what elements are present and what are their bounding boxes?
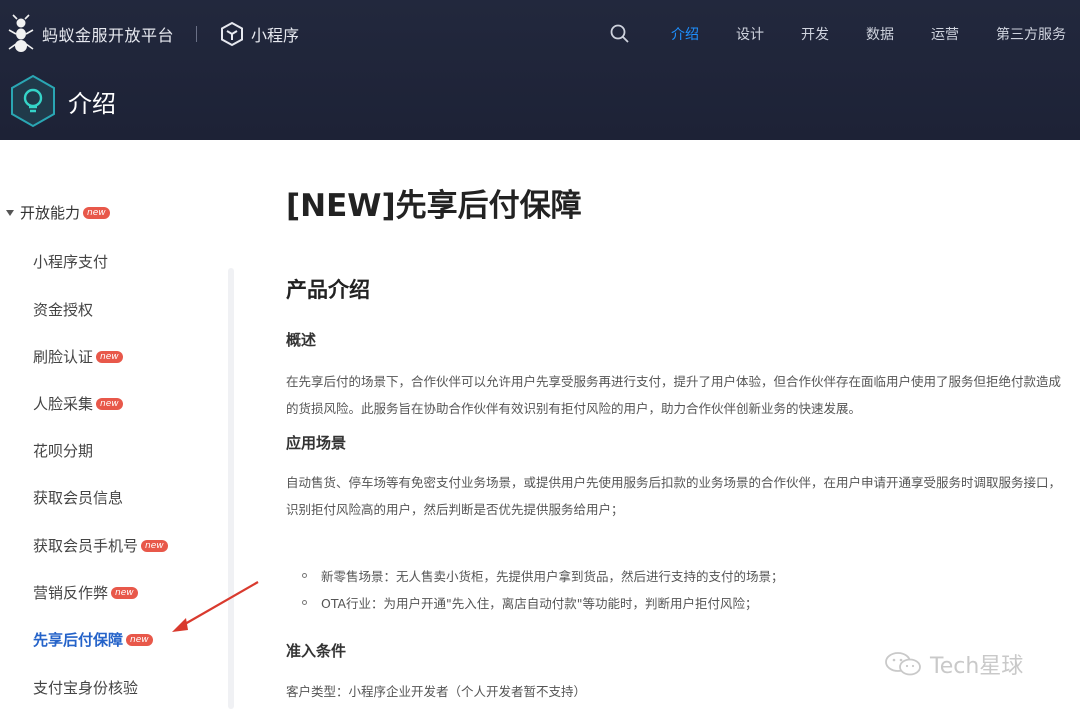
sidebar-item-huabei-installment[interactable]: 花呗分期: [33, 440, 93, 461]
nav-intro[interactable]: 介绍: [671, 24, 699, 44]
nav-develop[interactable]: 开发: [801, 24, 829, 44]
top-nav: 介绍 设计 开发 数据 运营 第三方服务: [609, 20, 1080, 48]
mini-program-logo-icon: [219, 21, 245, 47]
sidebar-scrollbar[interactable]: [228, 268, 234, 709]
new-badge: new: [141, 539, 168, 552]
page-title: [NEW]先享后付保障: [286, 188, 582, 224]
search-icon[interactable]: [609, 23, 631, 45]
sidebar-item-mini-program-payment[interactable]: 小程序支付: [33, 251, 108, 272]
sidebar-item-label: 获取会员信息: [33, 489, 124, 507]
nav-third-party[interactable]: 第三方服务: [996, 24, 1066, 44]
ant-logo-icon: [6, 14, 36, 54]
sidebar-item-fund-authorization[interactable]: 资金授权: [33, 299, 93, 320]
new-badge: new: [111, 586, 138, 599]
new-badge: new: [96, 397, 123, 410]
sidebar-item-label: 营销反作弊: [33, 584, 109, 602]
new-badge: new: [126, 633, 153, 646]
list-item: OTA行业：为用户开通"先入住，离店自动付款"等功能时，判断用户拒付风险；: [302, 593, 758, 612]
heading-access-conditions: 准入条件: [286, 642, 347, 660]
list-item-text: 新零售场景：无人售卖小货柜，先提供用户拿到货品，然后进行支持的支付的场景；: [321, 569, 784, 584]
sidebar-item-label: 小程序支付: [33, 253, 109, 271]
nav-design[interactable]: 设计: [736, 24, 764, 44]
sidebar-item-label: 花呗分期: [33, 442, 94, 460]
sidebar-item-label: 支付宝身份核验: [33, 679, 139, 697]
sidebar-item-label: 资金授权: [33, 301, 94, 319]
sidebar-item-face-capture[interactable]: 人脸采集 new: [33, 393, 123, 414]
section-header: 介绍: [8, 74, 116, 128]
brand[interactable]: 蚂蚁金服开放平台 小程序: [6, 12, 299, 56]
watermark-text: Tech星球: [930, 654, 1024, 679]
sidebar-item-label: 获取会员手机号: [33, 537, 139, 555]
sidebar-item-label: 先享后付保障: [33, 631, 124, 649]
sidebar-group-open-capabilities[interactable]: 开放能力 new: [6, 202, 110, 223]
sidebar-item-member-phone[interactable]: 获取会员手机号 new: [33, 535, 168, 556]
bullet-icon: [302, 573, 307, 578]
nav-data[interactable]: 数据: [866, 24, 894, 44]
bullet-icon: [302, 600, 307, 605]
new-badge: new: [83, 206, 110, 219]
scenario-paragraph: 自动售货、停车场等有免密支付业务场景，或提供用户先使用服务后扣款的业务场景的合作…: [286, 475, 1062, 517]
new-badge: new: [96, 350, 123, 363]
product-name: 小程序: [251, 26, 300, 45]
sidebar-item-label: 刷脸认证: [33, 348, 94, 366]
top-header: 蚂蚁金服开放平台 小程序 介绍 设计 开发 数据 运营 第三方服务 介绍: [0, 0, 1080, 140]
red-arrow-annotation: [172, 581, 259, 632]
list-item-text: OTA行业：为用户开通"先入住，离店自动付款"等功能时，判断用户拒付风险；: [321, 596, 758, 611]
sidebar-item-face-verification[interactable]: 刷脸认证 new: [33, 346, 123, 367]
sidebar-item-identity-verification[interactable]: 支付宝身份核验: [33, 677, 138, 698]
watermark: Tech星球: [882, 648, 1023, 680]
heading-overview: 概述: [286, 331, 317, 349]
sidebar-item-label: 人脸采集: [33, 395, 94, 413]
section-heading-product-intro: 产品介绍: [286, 278, 370, 302]
brand-divider: [196, 26, 198, 42]
sidebar-item-anti-fraud[interactable]: 营销反作弊 new: [33, 582, 138, 603]
sidebar-item-member-info[interactable]: 获取会员信息: [33, 487, 123, 508]
sidebar-item-enjoy-first-pay-later[interactable]: 先享后付保障 new: [33, 629, 153, 650]
overview-paragraph: 在先享后付的场景下，合作伙伴可以允许用户先享受服务再进行支付，提升了用户体验，但…: [286, 374, 1062, 416]
list-item: 新零售场景：无人售卖小货柜，先提供用户拿到货品，然后进行支持的支付的场景；: [302, 566, 784, 585]
brand-name: 蚂蚁金服开放平台: [42, 26, 175, 45]
section-title: 介绍: [68, 89, 116, 118]
sidebar-group-label: 开放能力: [20, 204, 81, 222]
heading-scenarios: 应用场景: [286, 434, 347, 452]
nav-operation[interactable]: 运营: [931, 24, 959, 44]
lightbulb-icon: [8, 74, 58, 128]
caret-down-icon: [6, 209, 14, 216]
wechat-icon: [882, 650, 926, 678]
access-paragraph: 客户类型：小程序企业开发者（个人开发者暂不支持）: [286, 684, 587, 699]
